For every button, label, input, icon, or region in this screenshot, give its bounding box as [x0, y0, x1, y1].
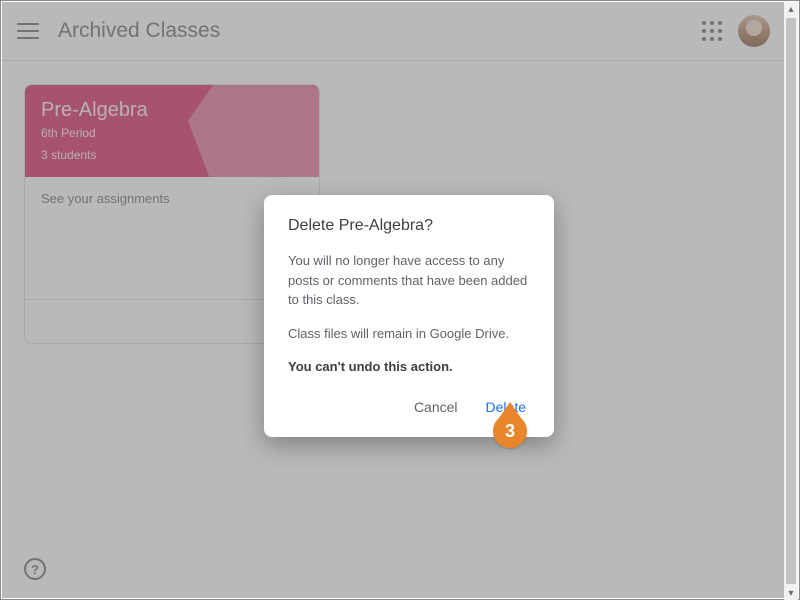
dialog-paragraph-1: You will no longer have access to any po…: [288, 251, 530, 310]
dialog-body: You will no longer have access to any po…: [288, 251, 530, 377]
scrollbar-down-arrow[interactable]: ▾: [784, 586, 798, 600]
scrollbar-thumb[interactable]: [786, 18, 796, 584]
content-area: Archived Classes Pre-Algebra 6th Period …: [2, 2, 784, 598]
dialog-paragraph-2: Class files will remain in Google Drive.: [288, 324, 530, 344]
app-frame: ▴ ▾ Archived Classes Pre-Algebra 6t: [0, 0, 800, 600]
scrollbar-up-arrow[interactable]: ▴: [784, 2, 798, 16]
dialog-title: Delete Pre-Algebra?: [288, 217, 530, 235]
cancel-button[interactable]: Cancel: [410, 391, 462, 423]
callout-step-number: 3: [505, 421, 515, 442]
scrollbar-track[interactable]: ▴ ▾: [784, 2, 798, 600]
delete-dialog: Delete Pre-Algebra? You will no longer h…: [264, 195, 554, 437]
callout-bubble: 3: [493, 414, 527, 448]
step-callout: 3: [492, 402, 528, 452]
dialog-warning: You can't undo this action.: [288, 357, 530, 377]
